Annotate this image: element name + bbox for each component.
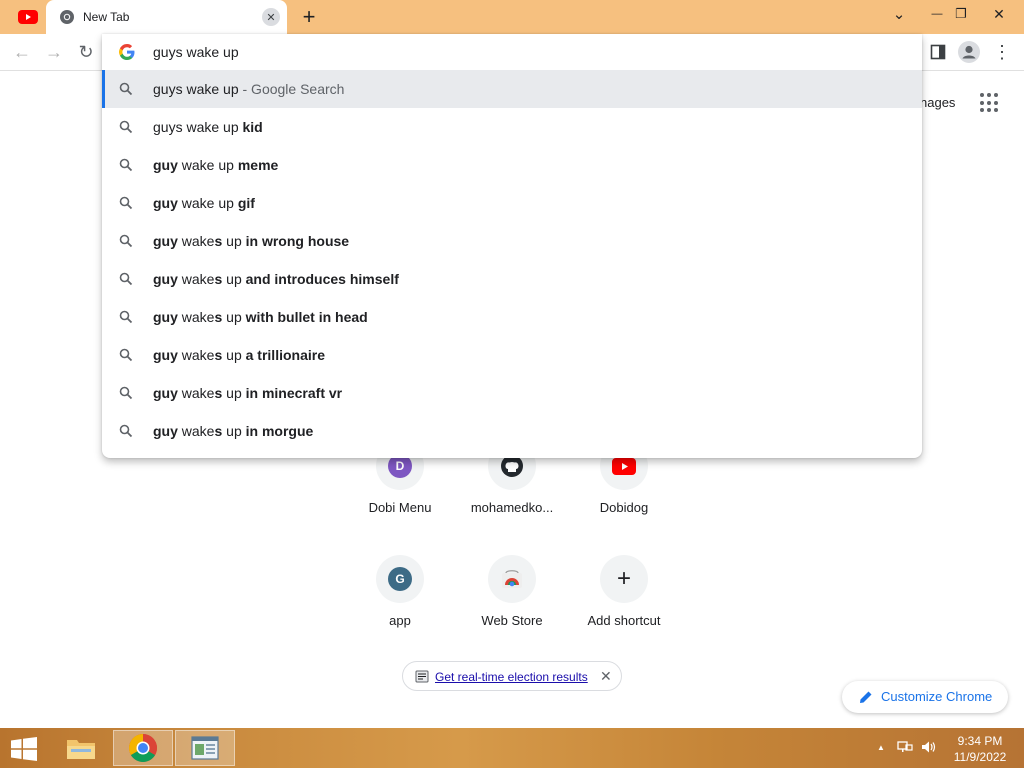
side-panel-icon	[930, 44, 946, 60]
search-icon	[119, 310, 133, 324]
shortcut-icon-circle	[488, 555, 536, 603]
volume-icon[interactable]	[921, 740, 937, 754]
suggestion-text: guys wake up kid	[153, 119, 263, 135]
chrome-taskbar-button[interactable]	[113, 730, 173, 766]
shortcut-tile[interactable]: Web Store	[456, 555, 568, 655]
web-store-icon	[502, 570, 522, 588]
chrome-favicon-icon	[60, 10, 74, 24]
suggestion-text: guy wake up gif	[153, 195, 255, 211]
suggestion-row[interactable]: guy wakes up in morgue	[102, 412, 922, 450]
app-window-taskbar-button[interactable]	[175, 730, 235, 766]
chrome-icon	[129, 734, 157, 762]
election-results-link[interactable]: Get real-time election results	[435, 670, 588, 684]
suggestion-text: guy wakes up in minecraft vr	[153, 385, 343, 401]
folder-icon	[67, 740, 95, 759]
search-icon	[119, 82, 133, 96]
suggestion-text: guy wakes up in morgue	[153, 423, 314, 439]
add-shortcut-tile[interactable]: + Add shortcut	[568, 555, 680, 655]
suggestion-row[interactable]: guys wake up - Google Search	[102, 70, 922, 108]
search-icon	[119, 234, 133, 248]
letter-g-icon: G	[388, 567, 412, 591]
shortcut-label: Dobi Menu	[368, 500, 432, 515]
search-icon	[119, 272, 133, 286]
add-icon: +	[600, 555, 648, 603]
pencil-icon	[860, 691, 872, 703]
search-icon	[119, 196, 133, 210]
suggestion-row[interactable]: guys wake up kid	[102, 108, 922, 146]
clock-time: 9:34 PM	[957, 734, 1003, 748]
clock-date: 11/9/2022	[953, 750, 1007, 764]
suggestion-row[interactable]: guy wakes up a trillionaire	[102, 336, 922, 374]
back-button[interactable]: ←	[10, 40, 34, 64]
omnibox-popup: guys wake up guys wake up - Google Searc…	[102, 34, 922, 458]
suggestion-row[interactable]: guy wakes up in wrong house	[102, 222, 922, 260]
promo-close-button[interactable]: ✕	[600, 668, 612, 685]
profile-avatar-icon	[958, 41, 980, 63]
election-promo: Get real-time election results ✕	[402, 661, 622, 691]
system-clock[interactable]: 9:34 PM 11/9/2022	[942, 733, 1018, 765]
show-hidden-icons-arrow-icon[interactable]: ▲	[877, 743, 885, 752]
suggestion-row[interactable]: guy wakes up in minecraft vr	[102, 374, 922, 412]
side-panel-button[interactable]	[926, 40, 950, 64]
suggestion-text: guy wakes up and introduces himself	[153, 271, 399, 287]
shortcut-label: Web Store	[481, 613, 543, 628]
suggestion-row[interactable]: guy wakes up with bullet in head	[102, 298, 922, 336]
suggestion-row[interactable]: guy wakes up and introduces himself	[102, 260, 922, 298]
suggestion-text: guy wakes up a trillionaire	[153, 347, 325, 363]
restore-button[interactable]: ❐	[946, 2, 976, 26]
shortcut-label: Dobidog	[599, 500, 649, 515]
selection-indicator	[102, 70, 105, 108]
chrome-menu-button[interactable]: ⋮	[990, 40, 1014, 64]
shortcut-label: app	[389, 613, 411, 628]
shortcut-icon-circle: G	[376, 555, 424, 603]
search-icon	[119, 348, 133, 362]
tab-new-tab[interactable]: New Tab ✕	[46, 0, 287, 34]
tab-search-chevron-icon[interactable]: ⌄	[884, 2, 914, 26]
shortcut-label: Add shortcut	[587, 613, 661, 628]
profile-button[interactable]	[957, 40, 981, 64]
file-explorer-taskbar-button[interactable]	[51, 730, 111, 766]
reload-button[interactable]: ↻	[74, 40, 98, 64]
youtube-icon	[612, 457, 636, 475]
ballot-icon	[415, 670, 429, 683]
suggestion-text: guy wakes up with bullet in head	[153, 309, 368, 325]
new-tab-button[interactable]: +	[297, 4, 321, 29]
images-link[interactable]: nages	[920, 95, 955, 110]
suggestion-text: guy wake up meme	[153, 157, 279, 173]
youtube-pinned-tab[interactable]	[14, 7, 42, 27]
search-icon	[119, 158, 133, 172]
suggestion-row[interactable]: guy wake up gif	[102, 184, 922, 222]
window-app-icon	[191, 736, 219, 760]
address-bar[interactable]: guys wake up	[102, 34, 922, 70]
customize-chrome-label: Customize Chrome	[881, 689, 993, 704]
search-icon	[119, 386, 133, 400]
suggestion-row[interactable]: guy wake up meme	[102, 146, 922, 184]
windows-start-icon[interactable]	[10, 737, 38, 761]
customize-chrome-button[interactable]: Customize Chrome	[842, 681, 1008, 713]
shortcut-label: mohamedko...	[470, 500, 554, 515]
windows-taskbar: ▲ 9:34 PM 11/9/2022	[0, 728, 1024, 768]
close-window-button[interactable]: ✕	[984, 2, 1014, 26]
network-icon[interactable]	[897, 740, 913, 754]
tab-close-button[interactable]: ✕	[262, 8, 280, 26]
google-g-icon	[119, 44, 135, 60]
youtube-icon	[18, 10, 38, 24]
search-icon	[119, 120, 133, 134]
search-icon	[119, 424, 133, 438]
shortcut-tile[interactable]: G app	[344, 555, 456, 655]
google-apps-icon[interactable]	[980, 93, 1000, 113]
suggestion-text: guy wakes up in wrong house	[153, 233, 350, 249]
omnibox-input[interactable]: guys wake up	[153, 44, 239, 60]
tab-strip: New Tab ✕ + ⌄ — ❐ ✕	[0, 0, 1024, 34]
forward-button[interactable]: →	[42, 40, 66, 64]
tab-title: New Tab	[83, 10, 130, 24]
suggestion-text: guys wake up - Google Search	[153, 81, 345, 97]
